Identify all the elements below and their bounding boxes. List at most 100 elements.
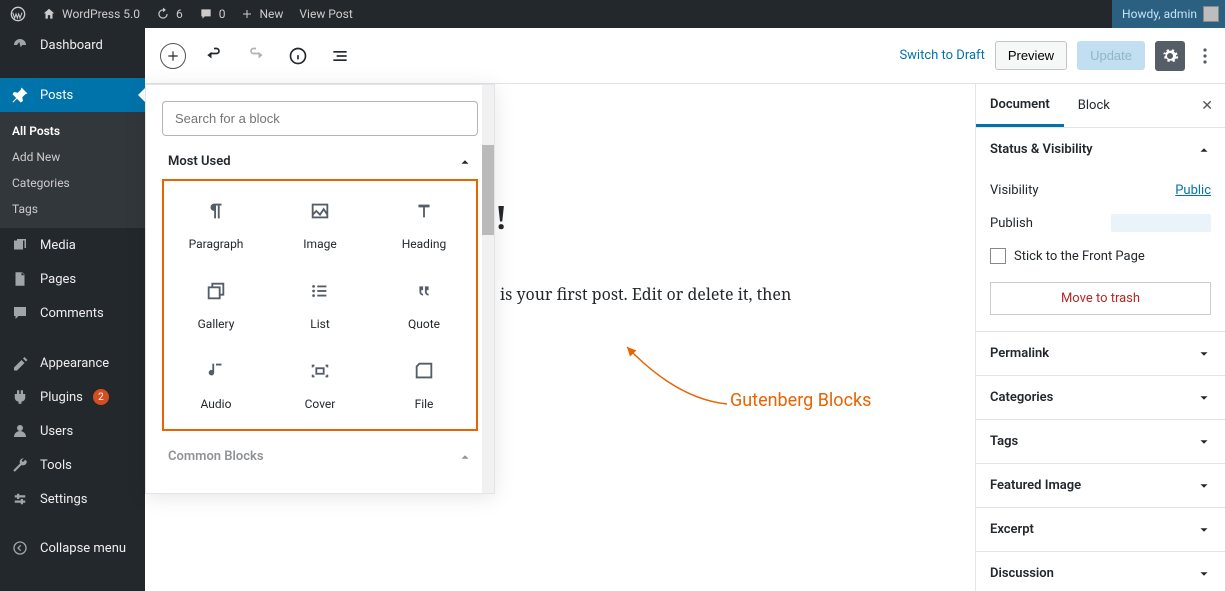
block-cover[interactable]: Cover [268, 345, 372, 425]
redo-button[interactable] [242, 42, 270, 70]
sidebar-item-users[interactable]: Users [0, 414, 145, 448]
dots-vertical-icon [1203, 48, 1207, 64]
list-icon [308, 279, 332, 303]
block-heading[interactable]: Heading [372, 185, 476, 265]
sidebar-item-tools[interactable]: Tools [0, 448, 145, 482]
sidebar-label: Plugins [40, 390, 83, 405]
sidebar-label: Settings [40, 492, 87, 507]
collapse-icon [10, 540, 30, 556]
submenu-categories[interactable]: Categories [0, 170, 145, 196]
block-gallery[interactable]: Gallery [164, 265, 268, 345]
info-button[interactable] [284, 42, 312, 70]
audio-icon [204, 359, 228, 383]
preview-button[interactable]: Preview [995, 41, 1067, 70]
block-inserter: Most Used Paragraph Image Head [145, 84, 495, 494]
editor-topbar: Switch to Draft Preview Update [145, 28, 1225, 84]
section-label: Most Used [168, 154, 231, 169]
updates-icon [156, 7, 170, 21]
new-label: New [259, 7, 283, 21]
block-audio[interactable]: Audio [164, 345, 268, 425]
panel-categories[interactable]: Categories [976, 376, 1225, 419]
block-image[interactable]: Image [268, 185, 372, 265]
comments-icon [199, 7, 213, 21]
publish-label: Publish [990, 216, 1033, 231]
new-link[interactable]: New [241, 7, 283, 21]
sidebar-item-media[interactable]: Media [0, 228, 145, 262]
panel-tags[interactable]: Tags [976, 420, 1225, 463]
sidebar-item-plugins[interactable]: Plugins 2 [0, 380, 145, 414]
chevron-up-icon [458, 450, 472, 464]
chevron-down-icon [1197, 479, 1211, 493]
sidebar-label: Media [40, 238, 76, 253]
publish-value-blurred[interactable] [1111, 214, 1211, 232]
settings-toggle-button[interactable] [1155, 41, 1185, 71]
panel-status-visibility[interactable]: Status & Visibility [976, 128, 1225, 171]
block-search-input[interactable] [162, 101, 478, 136]
sidebar-label: Comments [40, 306, 104, 321]
block-paragraph[interactable]: Paragraph [164, 185, 268, 265]
panel-permalink[interactable]: Permalink [976, 332, 1225, 375]
wp-logo[interactable] [10, 6, 26, 22]
heading-icon [412, 199, 436, 223]
plus-icon [241, 8, 253, 20]
wordpress-icon [10, 6, 26, 22]
update-button[interactable]: Update [1077, 41, 1145, 70]
scrollbar-thumb[interactable] [482, 145, 494, 235]
info-icon [288, 46, 308, 66]
updates-link[interactable]: 6 [156, 7, 183, 21]
block-list[interactable]: List [268, 265, 372, 345]
outline-button[interactable] [326, 42, 354, 70]
view-post-link[interactable]: View Post [299, 7, 352, 21]
sidebar-item-posts[interactable]: Posts [0, 78, 145, 112]
panel-label: Categories [990, 390, 1053, 405]
stick-checkbox[interactable] [990, 248, 1006, 264]
inserter-section-mostused[interactable]: Most Used [162, 136, 478, 179]
switch-draft-button[interactable]: Switch to Draft [899, 48, 984, 63]
submenu-addnew[interactable]: Add New [0, 144, 145, 170]
block-label: List [310, 317, 330, 331]
image-icon [308, 199, 332, 223]
move-to-trash-button[interactable]: Move to trash [990, 282, 1211, 315]
annotation-arrow [617, 344, 737, 414]
panel-label: Permalink [990, 346, 1049, 361]
block-label: Image [303, 237, 336, 251]
settings-close-button[interactable]: ✕ [1189, 98, 1225, 114]
tab-document[interactable]: Document [976, 84, 1064, 127]
undo-button[interactable] [200, 42, 228, 70]
submenu-tags[interactable]: Tags [0, 196, 145, 222]
plugins-icon [10, 388, 30, 406]
add-block-button[interactable] [160, 43, 186, 69]
block-file[interactable]: File [372, 345, 476, 425]
sidebar-item-pages[interactable]: Pages [0, 262, 145, 296]
view-post-label: View Post [299, 7, 352, 21]
quote-icon [412, 279, 436, 303]
more-options-button[interactable] [1195, 48, 1215, 64]
stick-label: Stick to the Front Page [1014, 249, 1145, 264]
howdy-link[interactable]: Howdy, admin [1112, 0, 1225, 28]
dashboard-icon [10, 36, 30, 54]
comments-icon [10, 304, 30, 322]
panel-featured-image[interactable]: Featured Image [976, 464, 1225, 507]
inserter-scrollbar[interactable] [482, 85, 494, 493]
panel-excerpt[interactable]: Excerpt [976, 508, 1225, 551]
block-quote[interactable]: Quote [372, 265, 476, 345]
block-label: Heading [402, 237, 447, 251]
inserter-section-common[interactable]: Common Blocks [162, 431, 478, 474]
sidebar-item-settings[interactable]: Settings [0, 482, 145, 516]
comments-link[interactable]: 0 [199, 7, 226, 21]
sidebar-item-dashboard[interactable]: Dashboard [0, 28, 145, 62]
chevron-up-icon [1197, 143, 1211, 157]
settings-panel: Document Block ✕ Status & Visibility Vis… [975, 84, 1225, 591]
sidebar-collapse[interactable]: Collapse menu [0, 532, 145, 564]
sidebar-item-appearance[interactable]: Appearance [0, 346, 145, 380]
post-body-text: is your first post. Edit or delete it, t… [500, 283, 791, 305]
panel-discussion[interactable]: Discussion [976, 552, 1225, 591]
sidebar-item-comments[interactable]: Comments [0, 296, 145, 330]
site-link[interactable]: WordPress 5.0 [42, 7, 140, 21]
admin-bar: WordPress 5.0 6 0 New View Post Howdy, a… [0, 0, 1225, 28]
submenu-allposts[interactable]: All Posts [0, 118, 145, 144]
visibility-value-link[interactable]: Public [1175, 183, 1211, 198]
sidebar-label: Users [40, 424, 73, 439]
block-label: Audio [201, 397, 232, 411]
tab-block[interactable]: Block [1064, 84, 1124, 127]
